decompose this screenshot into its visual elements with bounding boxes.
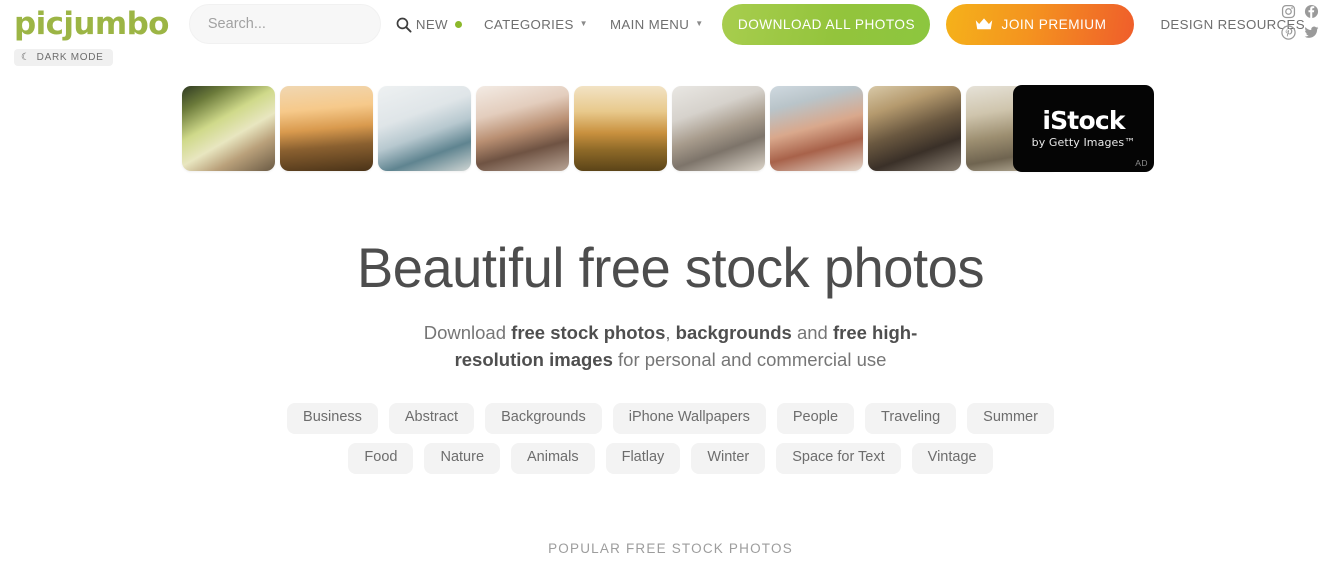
istock-tagline: by Getty Images™ [1031, 136, 1136, 149]
moon-icon: ☾ [21, 51, 31, 63]
tag-animals[interactable]: Animals [511, 442, 595, 474]
thumbnail-family-autumn-park[interactable] [182, 86, 275, 171]
tag-traveling[interactable]: Traveling [865, 403, 957, 434]
twitter-icon[interactable] [1304, 25, 1319, 40]
site-header: picjumbo NEW CATEGORIES ▼ MAIN MENU ▼ DO… [0, 0, 1341, 48]
tag-summer[interactable]: Summer [967, 403, 1054, 434]
download-all-photos-button[interactable]: DOWNLOAD ALL PHOTOS [722, 3, 931, 45]
hero-subtitle-part-3: backgrounds [675, 321, 792, 343]
crown-icon [975, 18, 992, 30]
new-indicator-dot [454, 20, 462, 28]
tag-food[interactable]: Food [348, 442, 414, 474]
tag-list: Business Abstract Backgrounds iPhone Wallpa… [0, 403, 1341, 474]
tag-vintage[interactable]: Vintage [911, 442, 993, 474]
istock-logo-text: iStock [1042, 106, 1125, 135]
tag-winter[interactable]: Winter [691, 442, 766, 474]
hero-subtitle-part-2: , [665, 321, 676, 343]
main-nav: NEW CATEGORIES ▼ MAIN MENU ▼ [405, 17, 715, 32]
page-title: Beautiful free stock photos [356, 236, 985, 299]
thumbnail-family-living-room-heart[interactable] [378, 86, 471, 171]
thumbnail-friends-kitchen-table[interactable] [868, 86, 961, 171]
popular-photos-heading: POPULAR FREE STOCK PHOTOS [548, 541, 793, 556]
dark-mode-label: DARK MODE [36, 52, 104, 63]
join-premium-label: JOIN PREMIUM [1001, 16, 1107, 32]
download-all-photos-label: DOWNLOAD ALL PHOTOS [737, 16, 916, 32]
nav-item-main-menu[interactable]: MAIN MENU ▼ [599, 17, 715, 32]
tag-backgrounds[interactable]: Backgrounds [485, 403, 602, 434]
tag-space-for-text[interactable]: Space for Text [776, 442, 901, 474]
search-input[interactable] [207, 16, 395, 32]
tag-iphone-wallpapers[interactable]: iPhone Wallpapers [612, 403, 766, 434]
site-logo[interactable]: picjumbo [14, 8, 169, 40]
hero-subtitle: Download free stock photos, backgrounds … [406, 319, 936, 373]
nav-item-categories[interactable]: CATEGORIES ▼ [473, 17, 599, 32]
tag-abstract[interactable]: Abstract [388, 403, 475, 434]
hero-subtitle-part-4: and [791, 321, 833, 343]
featured-thumbnail-strip [182, 86, 1059, 171]
pinterest-icon[interactable] [1281, 25, 1296, 40]
hero-subtitle-part-6: for personal and commercial use [612, 348, 887, 370]
hero-section: Beautiful free stock photos Download fre… [0, 236, 1341, 373]
search-box[interactable] [188, 4, 412, 44]
ad-badge: AD [1135, 158, 1148, 168]
instagram-icon[interactable] [1281, 4, 1296, 19]
hero-subtitle-part-1: free stock photos [511, 321, 666, 343]
istock-ad-panel[interactable]: iStock by Getty Images™ AD [1013, 85, 1154, 172]
nav-label-categories: CATEGORIES [483, 16, 574, 32]
chevron-down-icon: ▼ [579, 19, 588, 28]
thumbnail-family-running-field-sunset[interactable] [574, 86, 667, 171]
dark-mode-toggle[interactable]: ☾ DARK MODE [14, 49, 113, 66]
tag-nature[interactable]: Nature [424, 442, 501, 474]
nav-label-new: NEW [415, 16, 448, 32]
thumbnail-family-four-outdoors-smiling[interactable] [770, 86, 863, 171]
thumbnail-couple-sunset-field[interactable] [280, 86, 373, 171]
chevron-down-icon: ▼ [695, 19, 704, 28]
facebook-icon[interactable] [1304, 4, 1319, 19]
tag-people[interactable]: People [776, 403, 855, 434]
nav-item-new[interactable]: NEW [405, 17, 473, 32]
search-icon[interactable] [395, 16, 412, 33]
nav-label-main-menu: MAIN MENU [609, 16, 690, 32]
social-links [1281, 4, 1327, 40]
tag-business[interactable]: Business [287, 403, 378, 434]
hero-subtitle-part-0: Download [423, 321, 512, 343]
tag-flatlay[interactable]: Flatlay [605, 442, 681, 474]
thumbnail-family-house-frame-floor[interactable] [672, 86, 765, 171]
thumbnail-family-piggyback-selfie[interactable] [476, 86, 569, 171]
join-premium-button[interactable]: JOIN PREMIUM [946, 3, 1135, 45]
